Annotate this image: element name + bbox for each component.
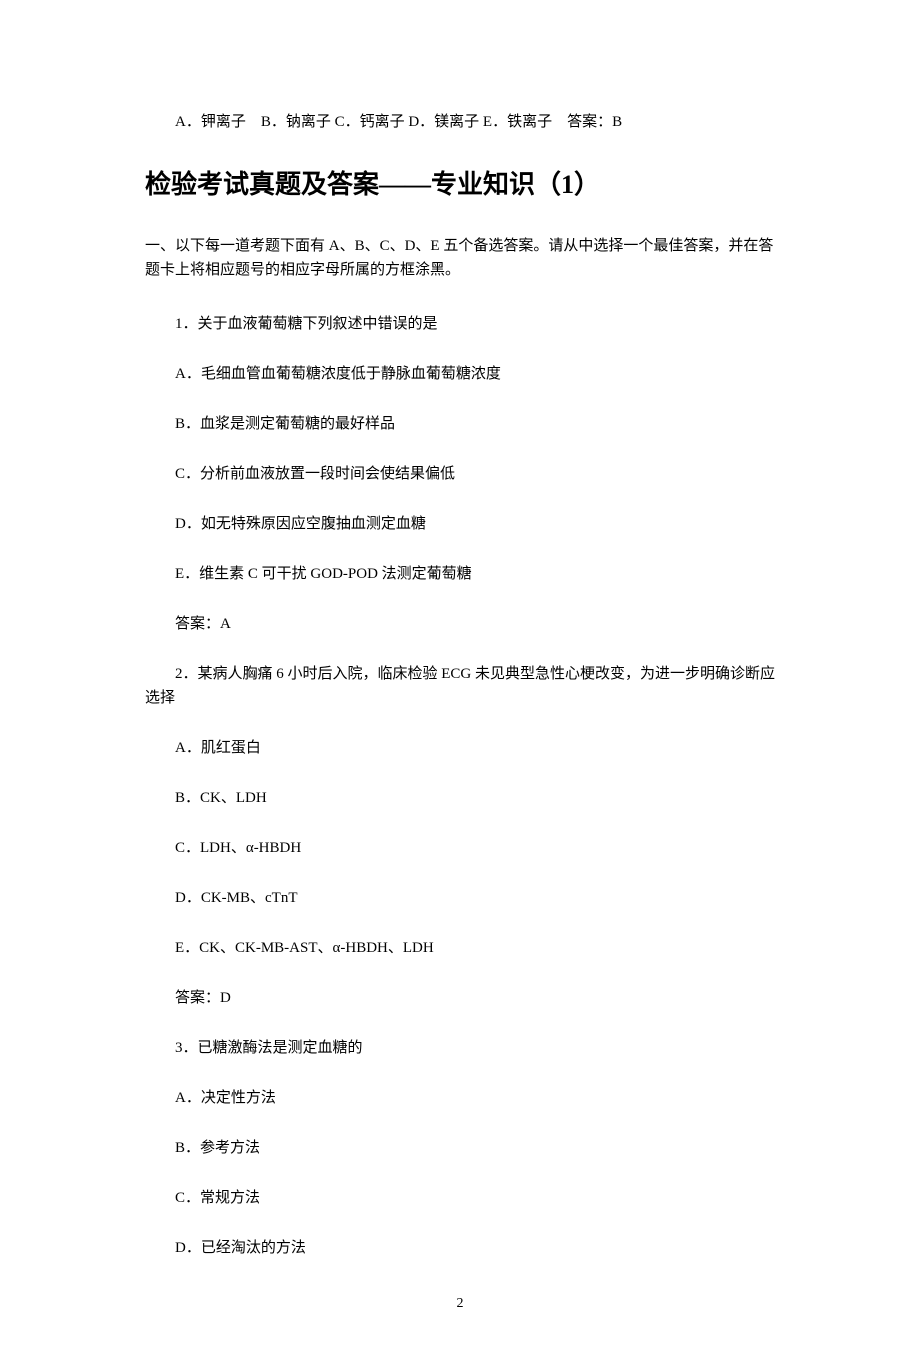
document-title: 检验考试真题及答案——专业知识（1） (145, 164, 775, 206)
q1-option-e: E．维生素 C 可干扰 GOD-POD 法测定葡萄糖 (175, 562, 775, 586)
document-page: A．钾离子 B．钠离子 C．钙离子 D．镁离子 E．铁离子 答案：B 检验考试真… (0, 0, 920, 1346)
q1-stem: 1．关于血液葡萄糖下列叙述中错误的是 (175, 312, 775, 336)
q2-stem: 2．某病人胸痛 6 小时后入院，临床检验 ECG 未见典型急性心梗改变，为进一步… (145, 662, 775, 710)
q2-option-e: E．CK、CK-MB-AST、α-HBDH、LDH (175, 936, 775, 960)
q3-option-b: B．参考方法 (175, 1136, 775, 1160)
q1-answer: 答案：A (175, 612, 775, 636)
page-number: 2 (0, 1293, 920, 1315)
q3-option-c: C．常规方法 (175, 1186, 775, 1210)
q2-option-b: B．CK、LDH (175, 786, 775, 810)
q3-option-a: A．决定性方法 (175, 1086, 775, 1110)
section-intro: 一、以下每一道考题下面有 A、B、C、D、E 五个备选答案。请从中选择一个最佳答… (145, 234, 775, 282)
q1-option-a: A．毛细血管血葡萄糖浓度低于静脉血葡萄糖浓度 (175, 362, 775, 386)
q3-stem: 3．已糖激酶法是测定血糖的 (175, 1036, 775, 1060)
q2-option-c: C．LDH、α-HBDH (175, 836, 775, 860)
q1-option-d: D．如无特殊原因应空腹抽血测定血糖 (175, 512, 775, 536)
q1-option-c: C．分析前血液放置一段时间会使结果偏低 (175, 462, 775, 486)
q2-answer: 答案：D (175, 986, 775, 1010)
q2-option-a: A．肌红蛋白 (175, 736, 775, 760)
q1-option-b: B．血浆是测定葡萄糖的最好样品 (175, 412, 775, 436)
q3-option-d: D．已经淘汰的方法 (175, 1236, 775, 1260)
prev-question-line: A．钾离子 B．钠离子 C．钙离子 D．镁离子 E．铁离子 答案：B (175, 110, 775, 134)
q2-option-d: D．CK-MB、cTnT (175, 886, 775, 910)
